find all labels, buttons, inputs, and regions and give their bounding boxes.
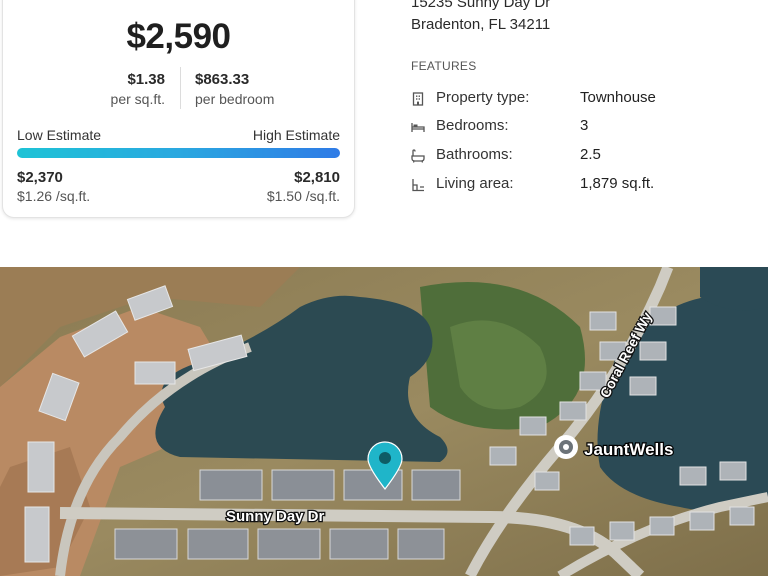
per-sqft-metric: $1.38 per sq.ft. [107, 71, 165, 107]
street-label: Sunny Day Dr [226, 508, 325, 525]
rent-estimate-card: $2,590 $1.38 per sq.ft. $863.33 per bedr… [2, 0, 355, 218]
features-heading: FEATURES [411, 59, 477, 73]
property-estimate-page: $2,590 $1.38 per sq.ft. $863.33 per bedr… [0, 0, 768, 576]
high-estimate-sqft: $1.50 /sq.ft. [266, 188, 340, 204]
low-estimate-sqft: $1.26 /sq.ft. [17, 188, 91, 204]
per-bedroom-metric: $863.33 per bedroom [195, 71, 274, 107]
estimate-range-bar [17, 148, 340, 158]
metric-divider [180, 67, 181, 109]
feature-label: Bathrooms: [436, 146, 513, 163]
floorplan-icon [412, 179, 424, 192]
building-icon [412, 92, 424, 106]
per-sqft-label: per sq.ft. [110, 91, 165, 107]
feature-value: Townhouse [580, 89, 656, 106]
bed-icon [411, 123, 425, 132]
place-marker-jauntwells[interactable] [554, 435, 578, 459]
high-estimate-label: High Estimate [252, 127, 340, 143]
feature-label: Living area: [436, 175, 514, 192]
feature-label: Bedrooms: [436, 117, 509, 134]
satellite-map[interactable]: JauntWells Sunny Day Dr Coral Reef Wy [0, 267, 768, 576]
address-street: 15235 Sunny Day Dr [411, 0, 551, 11]
place-marker-center [563, 444, 569, 450]
feature-value: 3 [580, 117, 589, 134]
high-estimate-value: $2,810 [294, 169, 340, 186]
feature-value: 2.5 [580, 146, 601, 163]
address-city: Bradenton, FL 34211 [411, 16, 551, 33]
feature-living-area: Living area: 1,879 sq.ft. [411, 175, 751, 195]
per-bedroom-label: per bedroom [195, 91, 275, 107]
bathtub-icon [411, 149, 425, 163]
low-estimate-label: Low Estimate [17, 127, 102, 143]
place-label: JauntWells [584, 440, 673, 459]
townhouse-row-north [199, 469, 461, 501]
feature-bedrooms: Bedrooms: 3 [411, 117, 751, 137]
per-bedroom-value: $863.33 [195, 71, 250, 88]
map-canvas[interactable]: JauntWells Sunny Day Dr Coral Reef Wy [0, 267, 768, 576]
feature-property-type: Property type: Townhouse [411, 89, 751, 109]
estimate-price: $2,590 [126, 17, 231, 56]
per-sqft-value: $1.38 [127, 71, 165, 88]
low-estimate-value: $2,370 [17, 169, 63, 186]
feature-value: 1,879 sq.ft. [580, 175, 655, 192]
feature-label: Property type: [436, 89, 530, 106]
feature-bathrooms: Bathrooms: 2.5 [411, 146, 751, 166]
map-pin-hole [379, 452, 391, 464]
